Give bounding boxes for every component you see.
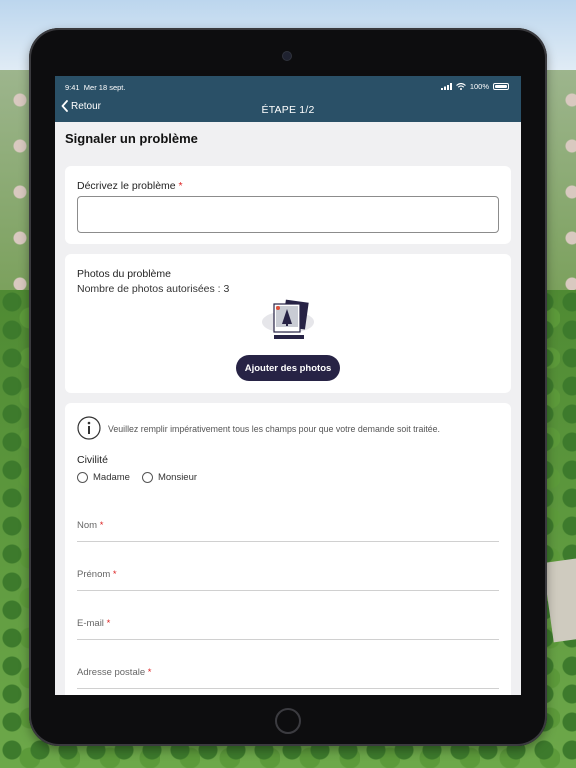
- email-label-text: E-mail: [77, 618, 104, 629]
- tablet-frame: 9:41 Mer 18 sept. 100% Retour ÉTAPE 1/2 …: [29, 28, 547, 746]
- status-bar: 9:41 Mer 18 sept. 100%: [55, 76, 521, 96]
- add-photos-button[interactable]: Ajouter des photos: [236, 355, 340, 381]
- battery-percent: 100%: [469, 82, 489, 91]
- radio-madame-label: Madame: [93, 472, 130, 483]
- prenom-field[interactable]: Prénom *: [77, 569, 499, 591]
- front-camera: [283, 52, 291, 60]
- home-button[interactable]: [275, 708, 301, 734]
- battery-icon: [493, 83, 509, 90]
- description-label-text: Décrivez le problème: [77, 180, 176, 192]
- photos-card: Photos du problème Nombre de photos auto…: [65, 254, 511, 393]
- address-field[interactable]: Adresse postale *: [77, 667, 499, 689]
- status-clock: 9:41: [65, 83, 80, 92]
- nav-bar: Retour ÉTAPE 1/2: [55, 96, 521, 122]
- status-time: 9:41 Mer 18 sept.: [65, 83, 125, 92]
- radio-madame[interactable]: Madame: [77, 472, 130, 483]
- description-label: Décrivez le problème *: [77, 180, 183, 192]
- radio-monsieur[interactable]: Monsieur: [141, 472, 198, 483]
- nom-label-text: Nom: [77, 520, 98, 531]
- description-card: Décrivez le problème *: [65, 166, 511, 244]
- nom-field[interactable]: Nom *: [77, 520, 499, 542]
- info-text: Veuillez remplir impérativement tous les…: [108, 424, 441, 434]
- photos-title: Photos du problème: [77, 268, 171, 280]
- page-title: Signaler un problème: [65, 131, 198, 146]
- nom-label: Nom *: [77, 520, 103, 531]
- prenom-label-text: Prénom: [77, 569, 111, 580]
- required-mark: *: [112, 569, 117, 580]
- civility-label: Civilité: [77, 454, 108, 466]
- status-indicators: 100%: [440, 82, 509, 91]
- radio-circle[interactable]: [77, 472, 88, 483]
- radio-circle[interactable]: [141, 472, 153, 483]
- radio-monsieur-label: Monsieur: [157, 472, 198, 483]
- address-label: Adresse postale *: [77, 667, 151, 678]
- email-field[interactable]: E-mail *: [77, 618, 499, 640]
- civility-radio-group: Madame Monsieur: [77, 472, 197, 483]
- required-mark: *: [147, 667, 152, 678]
- photos-limit-text: Nombre de photos autorisées : 3: [77, 283, 230, 295]
- email-label: E-mail *: [77, 618, 110, 629]
- status-date: Mer 18 sept.: [83, 83, 126, 92]
- nav-title: ÉTAPE 1/2: [261, 104, 315, 116]
- app-screen: 9:41 Mer 18 sept. 100% Retour ÉTAPE 1/2 …: [55, 76, 521, 695]
- prenom-label: Prénom *: [77, 569, 117, 580]
- contact-form-card: Veuillez remplir impérativement tous les…: [65, 403, 511, 695]
- required-mark: *: [99, 520, 104, 531]
- address-label-text: Adresse postale: [77, 667, 146, 678]
- main-content: Signaler un problème Décrivez le problèm…: [55, 122, 521, 695]
- photos-placeholder-icon: [262, 299, 314, 339]
- app-header: 9:41 Mer 18 sept. 100% Retour ÉTAPE 1/2: [55, 76, 521, 122]
- required-mark: *: [178, 180, 183, 192]
- info-icon: [77, 416, 101, 440]
- description-input[interactable]: [77, 196, 499, 233]
- required-mark: *: [106, 618, 111, 629]
- wifi-icon: [455, 83, 466, 90]
- signal-icon: [440, 83, 452, 90]
